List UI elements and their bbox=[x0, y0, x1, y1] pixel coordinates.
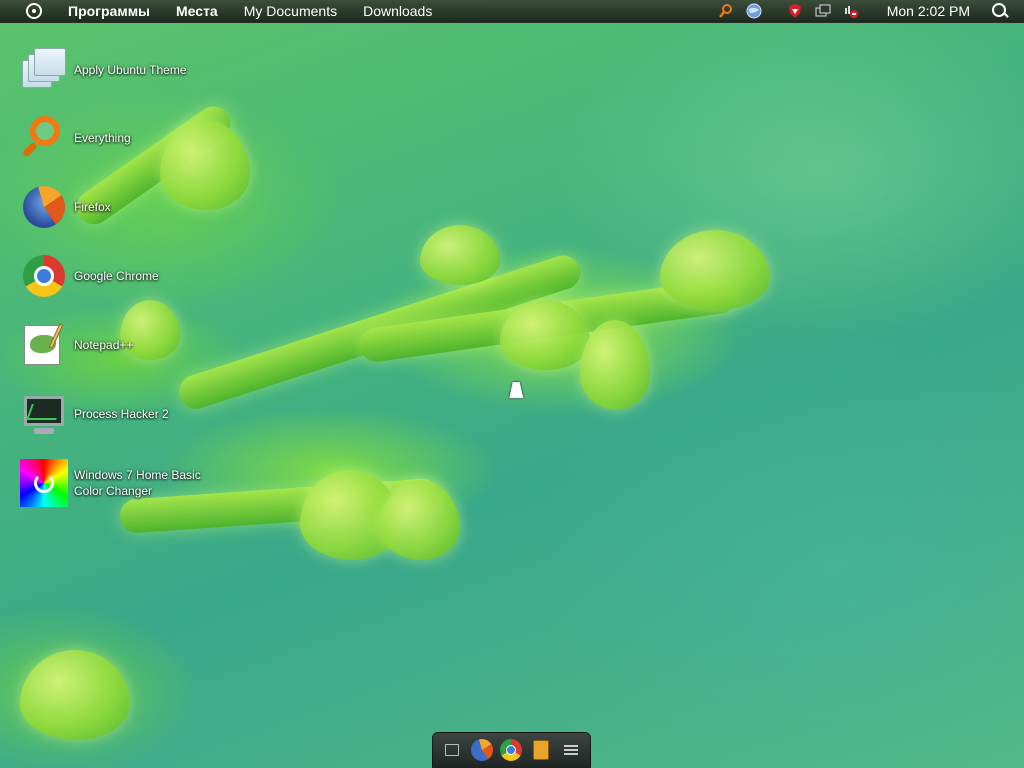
desktop-icon-label: Google Chrome bbox=[74, 269, 159, 283]
wallpaper-leaf bbox=[20, 650, 130, 740]
clock[interactable]: Mon 2:02 PM bbox=[887, 3, 970, 19]
desktop-icon-label: Windows 7 Home Basic Color Changer bbox=[74, 468, 201, 498]
dock-chrome[interactable] bbox=[498, 737, 524, 763]
firefox-icon bbox=[470, 739, 493, 761]
desktop-icon-color-changer[interactable]: Windows 7 Home Basic Color Changer bbox=[20, 457, 214, 509]
ubuntu-logo-icon[interactable] bbox=[23, 0, 45, 22]
dock-menu[interactable] bbox=[558, 737, 584, 763]
process-hacker-icon bbox=[20, 390, 68, 438]
dock-book[interactable] bbox=[528, 737, 554, 763]
wallpaper-leaf bbox=[380, 480, 460, 560]
desktop-icon-label: Apply Ubuntu Theme bbox=[74, 63, 187, 77]
menu-my-documents[interactable]: My Documents bbox=[231, 0, 350, 23]
desktop-icon-notepad-plus-plus[interactable]: Notepad++ bbox=[20, 319, 214, 371]
globe-icon[interactable] bbox=[745, 2, 763, 20]
menu-icon bbox=[564, 745, 579, 755]
menu-downloads[interactable]: Downloads bbox=[350, 0, 445, 23]
firefox-icon bbox=[20, 183, 68, 231]
wallpaper-leaf bbox=[660, 230, 770, 310]
show-desktop-icon bbox=[444, 744, 459, 756]
desktop-icon-everything[interactable]: Everything bbox=[20, 112, 214, 164]
chrome-icon bbox=[20, 252, 68, 300]
menu-programs[interactable]: Программы bbox=[55, 0, 163, 23]
top-panel: Программы Места My Documents Downloads M… bbox=[0, 0, 1024, 23]
desktop-icon-label: Process Hacker 2 bbox=[74, 407, 169, 421]
desktop-icon-apply-ubuntu-theme[interactable]: Apply Ubuntu Theme bbox=[20, 44, 214, 96]
dock-firefox[interactable] bbox=[469, 737, 495, 763]
window-switcher-icon[interactable] bbox=[814, 2, 832, 20]
desktop-icon-firefox[interactable]: Firefox bbox=[20, 181, 214, 233]
theme-icon bbox=[20, 46, 68, 94]
network-icon[interactable] bbox=[842, 2, 860, 20]
wallpaper-leaf bbox=[420, 225, 500, 285]
mouse-cursor-icon bbox=[509, 382, 527, 398]
book-icon bbox=[533, 740, 550, 760]
menu-places[interactable]: Места bbox=[163, 0, 231, 23]
chrome-icon bbox=[500, 739, 523, 761]
shield-icon[interactable] bbox=[786, 2, 804, 20]
desktop-icon-label: Firefox bbox=[74, 200, 111, 214]
wallpaper-leaf bbox=[580, 320, 650, 410]
dock-show-desktop[interactable] bbox=[439, 737, 465, 763]
search-icon[interactable] bbox=[988, 0, 1010, 22]
everything-icon bbox=[20, 114, 68, 162]
color-changer-icon bbox=[20, 459, 68, 507]
desktop-icon-label: Everything bbox=[74, 131, 131, 145]
desktop-icon-label: Notepad++ bbox=[74, 338, 134, 352]
everything-search-icon[interactable] bbox=[717, 2, 735, 20]
desktop-icon-google-chrome[interactable]: Google Chrome bbox=[20, 250, 214, 302]
notepad-plus-plus-icon bbox=[20, 321, 68, 369]
desktop-icon-process-hacker[interactable]: Process Hacker 2 bbox=[20, 388, 214, 440]
dock bbox=[432, 732, 591, 768]
